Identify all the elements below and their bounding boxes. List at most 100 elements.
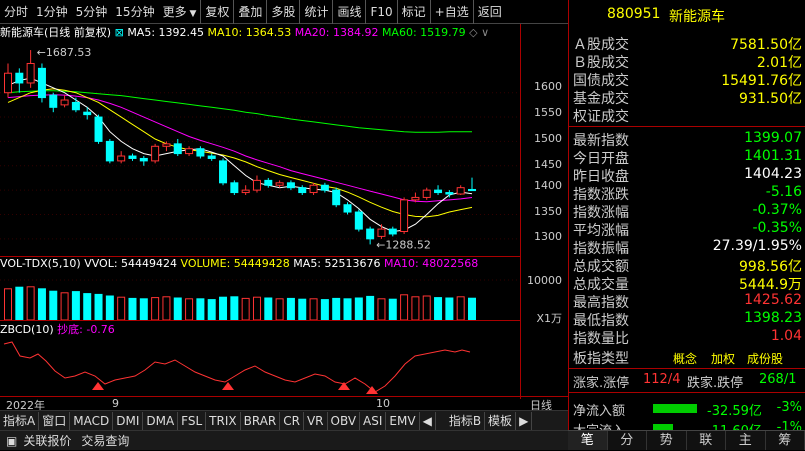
row-value: 931.50亿 — [739, 88, 802, 108]
panel-row: Ａ股成交7581.50亿 — [569, 34, 805, 53]
candle — [435, 185, 442, 195]
toolbar-item-mark[interactable]: 标记 — [397, 0, 430, 24]
toolbar-item-draw-line[interactable]: 画线 — [332, 0, 365, 24]
tab-cr[interactable]: CR — [280, 412, 304, 430]
panel-header: 880951 新能源车 — [569, 6, 805, 28]
panel-tab-chou[interactable]: 筹 — [766, 431, 805, 450]
volume-bar — [38, 289, 45, 320]
candle — [253, 176, 260, 193]
zbcd-title-bar: ZBCD(10) 抄底: -0.76 — [0, 320, 520, 336]
indicator-tabs: 指标A 窗口 MACD DMI DMA FSL TRIX BRAR CR VR … — [0, 410, 568, 430]
board-tag[interactable]: 加权 — [711, 350, 735, 367]
zbcd-chart[interactable] — [0, 336, 520, 396]
flow2-value: -11.60亿 — [707, 420, 762, 430]
settings-diamond-icon[interactable]: ◇ ∨ — [469, 26, 489, 39]
toolbar-item-statistics[interactable]: 统计 — [299, 0, 332, 24]
tab-macd[interactable]: MACD — [70, 412, 113, 430]
candle — [129, 154, 136, 161]
panel-row: 指数涨幅-0.37% — [569, 202, 805, 221]
row-label: 今日开盘 — [573, 148, 629, 168]
panel-row: 最新指数1399.07 — [569, 130, 805, 149]
panel-row: 指数振幅27.39/1.95% — [569, 238, 805, 257]
candle — [367, 227, 374, 245]
candle-body — [265, 180, 272, 185]
candle-body — [197, 149, 204, 156]
volume-chart[interactable] — [0, 272, 520, 320]
toolbar-item-restore-rights[interactable]: 复权 — [200, 0, 233, 24]
candlestick-chart[interactable]: ←1687.53←1288.52 — [0, 40, 520, 255]
candle — [457, 185, 464, 195]
candle-body — [401, 200, 408, 232]
panel-tab-shi[interactable]: 势 — [647, 431, 687, 450]
row-value: 2.01亿 — [757, 52, 802, 72]
candle-body — [163, 144, 170, 146]
tab-indicator-b[interactable]: 指标B — [446, 412, 485, 430]
tab-vr[interactable]: VR — [304, 412, 328, 430]
toolbar-item-1min[interactable]: 1分钟 — [32, 0, 72, 24]
panel-tab-zhu[interactable]: 主 — [726, 431, 766, 450]
candle-body — [457, 188, 464, 194]
volume-bar — [389, 299, 396, 320]
volume-bar — [378, 299, 385, 320]
row-label: Ａ股成交 — [573, 34, 629, 54]
panel-tab-fen[interactable]: 分 — [608, 431, 648, 450]
candle-body — [186, 149, 193, 154]
toolbar-item-more[interactable]: 更多 ▼ — [159, 0, 201, 24]
price-tick: 1550 — [534, 106, 562, 119]
trade-query-link[interactable]: 交易查询 — [81, 432, 129, 449]
price-axis: 1600 1550 1500 1450 1400 1350 1300 10000… — [520, 24, 568, 399]
volume-bar — [423, 296, 430, 320]
row-value: -0.35% — [752, 220, 802, 236]
tab-dmi[interactable]: DMI — [113, 412, 143, 430]
row-label: 基金成交 — [573, 88, 629, 108]
tab-fsl[interactable]: FSL — [178, 412, 206, 430]
tab-brar[interactable]: BRAR — [241, 412, 281, 430]
panel-tab-bi[interactable]: 笔 — [568, 431, 608, 450]
panel-row: 昨日收盘1404.23 — [569, 166, 805, 185]
candle-body — [253, 180, 260, 190]
panel-tab-lian[interactable]: 联 — [687, 431, 727, 450]
tab-scroll-right[interactable]: ▶ — [516, 412, 532, 430]
toolbar-item-overlay[interactable]: 叠加 — [233, 0, 266, 24]
volume-bar — [242, 298, 249, 320]
tab-indicator-a[interactable]: 指标A — [0, 412, 39, 430]
candle-body — [333, 190, 340, 205]
related-quote-link[interactable]: 关联报价 — [23, 432, 81, 449]
tab-asi[interactable]: ASI — [360, 412, 386, 430]
toolbar-item-add-watchlist[interactable]: +自选 — [430, 0, 473, 24]
candle — [27, 50, 34, 88]
price-tick: 1300 — [534, 230, 562, 243]
toolbar-item-back[interactable]: 返回 — [473, 0, 506, 24]
board-tag[interactable]: 概念 — [673, 350, 697, 367]
candle — [389, 227, 396, 237]
tab-template[interactable]: 模板 — [485, 412, 516, 430]
candle-body — [423, 190, 430, 197]
tab-dma[interactable]: DMA — [143, 412, 178, 430]
toolbar-item-f10[interactable]: F10 — [365, 0, 396, 24]
row-value: 1404.23 — [744, 166, 802, 182]
candle-body — [50, 95, 57, 107]
volume-bar — [435, 298, 442, 320]
status-bar: ▣ 关联报价 交易查询 — [0, 430, 568, 450]
toolbar-item-multi-stock[interactable]: 多股 — [266, 0, 299, 24]
price-tick: 1600 — [534, 80, 562, 93]
tab-scroll-left[interactable]: ◀ — [420, 412, 436, 430]
row-label: Ｂ股成交 — [573, 52, 629, 72]
tab-window[interactable]: 窗口 — [39, 412, 70, 430]
volume-bar — [5, 289, 12, 320]
panel-row: 国债成交15491.76亿 — [569, 70, 805, 89]
row-value: -0.37% — [752, 202, 802, 218]
expand-icon[interactable]: ▣ — [0, 434, 23, 448]
board-tag[interactable]: 成份股 — [747, 350, 783, 367]
toolbar-item-5min[interactable]: 5分钟 — [72, 0, 112, 24]
tab-emv[interactable]: EMV — [386, 412, 419, 430]
toolbar-item-15min[interactable]: 15分钟 — [111, 0, 158, 24]
candle-body — [231, 183, 238, 193]
candle-body — [469, 189, 476, 190]
dropdown-icon[interactable]: ⊠ — [115, 26, 124, 39]
tab-obv[interactable]: OBV — [328, 412, 361, 430]
tab-trix[interactable]: TRIX — [206, 412, 240, 430]
candle-body — [355, 212, 362, 229]
candle-body — [129, 156, 136, 158]
toolbar-item-timeshare[interactable]: 分时 — [0, 0, 32, 24]
